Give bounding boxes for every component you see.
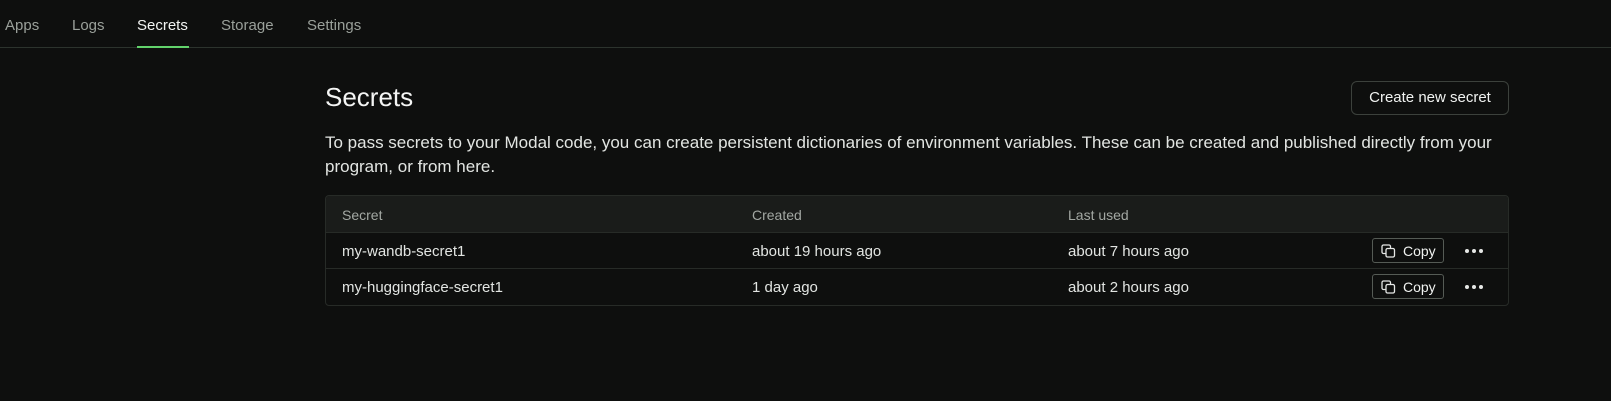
- more-horizontal-icon[interactable]: [1463, 277, 1485, 297]
- page-title: Secrets: [325, 82, 414, 112]
- column-header-secret: Secret: [342, 207, 383, 223]
- created-time: about 19 hours ago: [752, 243, 882, 260]
- created-time: 1 day ago: [752, 279, 818, 296]
- secret-name: my-huggingface-secret1: [342, 279, 503, 296]
- secret-name: my-wandb-secret1: [342, 243, 466, 260]
- tab-apps[interactable]: Apps: [5, 17, 39, 34]
- more-horizontal-icon[interactable]: [1463, 241, 1485, 261]
- tab-secrets[interactable]: Secrets: [137, 17, 188, 34]
- page-description: To pass secrets to your Modal code, you …: [325, 133, 1492, 176]
- last-used-time: about 2 hours ago: [1068, 279, 1189, 296]
- copy-button[interactable]: Copy: [1372, 274, 1444, 299]
- last-used-time: about 7 hours ago: [1068, 243, 1189, 260]
- tab-settings[interactable]: Settings: [307, 17, 361, 34]
- copy-button[interactable]: Copy: [1372, 238, 1444, 263]
- tab-logs[interactable]: Logs: [72, 17, 105, 34]
- copy-icon: [1381, 280, 1396, 294]
- top-navigation: Apps Logs Secrets Storage Settings: [0, 0, 1611, 48]
- column-header-created: Created: [752, 207, 802, 223]
- create-new-secret-button[interactable]: Create new secret: [1351, 81, 1509, 115]
- table-row: my-wandb-secret1 about 19 hours ago abou…: [326, 233, 1508, 269]
- copy-button-label: Copy: [1403, 243, 1436, 259]
- copy-button-label: Copy: [1403, 279, 1436, 295]
- column-header-last-used: Last used: [1068, 207, 1129, 223]
- active-tab-indicator: [137, 46, 189, 48]
- copy-icon: [1381, 244, 1396, 258]
- tab-storage[interactable]: Storage: [221, 17, 274, 34]
- table-row: my-huggingface-secret1 1 day ago about 2…: [326, 269, 1508, 305]
- secrets-table: Secret Created Last used my-wandb-secret…: [325, 195, 1509, 306]
- table-header: Secret Created Last used: [326, 196, 1508, 233]
